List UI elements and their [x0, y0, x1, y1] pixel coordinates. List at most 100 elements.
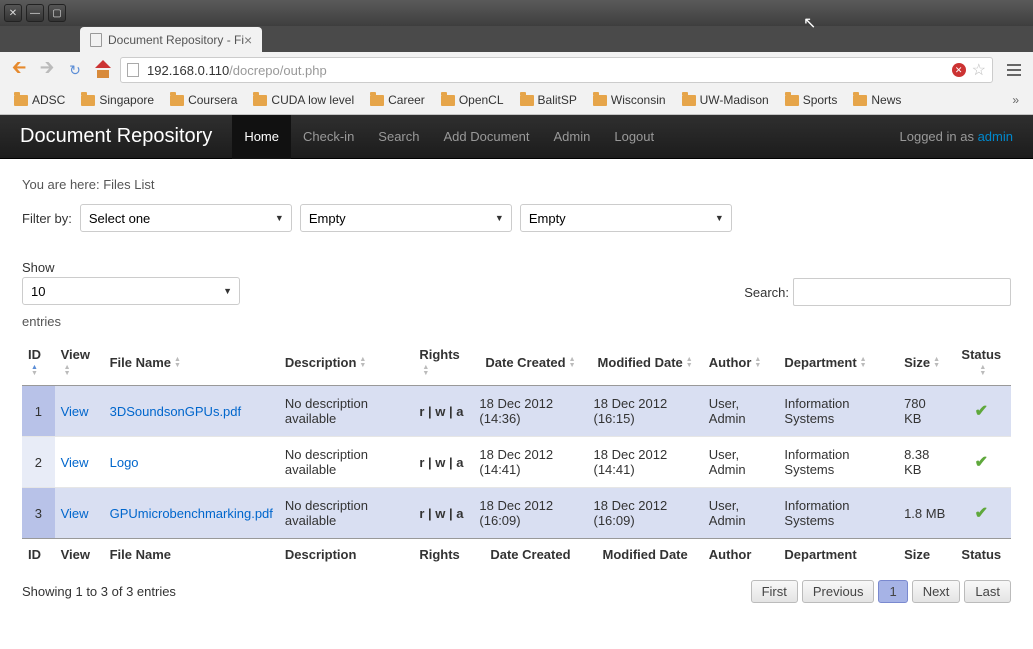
entries-label: entries	[22, 314, 1011, 329]
column-label: Date Created	[485, 355, 565, 370]
bookmark-item[interactable]: Career	[364, 91, 431, 109]
breadcrumb-location: Files List	[103, 177, 154, 192]
tab-close-button[interactable]: ×	[244, 32, 252, 48]
browser-menu-button[interactable]	[1003, 59, 1025, 81]
bookmark-item[interactable]: UW-Madison	[676, 91, 775, 109]
folder-icon	[853, 95, 867, 106]
filename-link[interactable]: GPUmicrobenchmarking.pdf	[110, 506, 273, 521]
pagination: First Previous 1 Next Last	[751, 580, 1011, 603]
column-footer: Rights	[413, 539, 473, 571]
app-navbar: Document Repository HomeCheck-inSearchAd…	[0, 115, 1033, 159]
page-number-button[interactable]: 1	[878, 580, 907, 603]
cell-modified: 18 Dec 2012 (16:09)	[588, 488, 703, 539]
column-header[interactable]: Department▲▼	[778, 339, 898, 386]
bookmark-item[interactable]: ADSC	[8, 91, 71, 109]
column-label: Author	[709, 355, 752, 370]
column-footer: Description	[279, 539, 413, 571]
browser-chrome: 🡰 🡲 ↻ 192.168.0.110/docrepo/out.php ✕ ☆ …	[0, 52, 1033, 115]
bookmark-label: News	[871, 93, 901, 107]
column-label: Rights	[419, 347, 459, 362]
page-last-button[interactable]: Last	[964, 580, 1011, 603]
bookmark-item[interactable]: News	[847, 91, 907, 109]
page-icon	[90, 33, 102, 47]
page-icon	[127, 63, 139, 77]
nav-link-admin[interactable]: Admin	[542, 115, 603, 159]
table-info: Showing 1 to 3 of 3 entries	[22, 584, 176, 599]
cell-modified: 18 Dec 2012 (16:15)	[588, 386, 703, 437]
view-link[interactable]: View	[61, 506, 89, 521]
column-header[interactable]: Modified Date▲▼	[588, 339, 703, 386]
nav-link-search[interactable]: Search	[366, 115, 431, 159]
column-header[interactable]: ID▲▼	[22, 339, 55, 386]
column-header[interactable]: Rights▲▼	[413, 339, 473, 386]
column-header[interactable]: File Name▲▼	[104, 339, 279, 386]
cell-status: ✔	[952, 488, 1011, 539]
view-link[interactable]: View	[61, 404, 89, 419]
column-header[interactable]: Size▲▼	[898, 339, 952, 386]
window-maximize-button[interactable]: ▢	[48, 4, 66, 22]
cell-department: Information Systems	[778, 437, 898, 488]
nav-link-logout[interactable]: Logout	[602, 115, 666, 159]
search-label: Search:	[744, 285, 789, 300]
reload-button[interactable]: ↻	[64, 59, 86, 81]
nav-back-button[interactable]: 🡰	[8, 59, 30, 81]
column-header[interactable]: Date Created▲▼	[473, 339, 587, 386]
nav-link-add-document[interactable]: Add Document	[432, 115, 542, 159]
column-label: Description	[285, 355, 357, 370]
page-viewport: Document Repository HomeCheck-inSearchAd…	[0, 115, 1033, 649]
page-first-button[interactable]: First	[751, 580, 798, 603]
column-header[interactable]: Author▲▼	[703, 339, 779, 386]
page-next-button[interactable]: Next	[912, 580, 961, 603]
search-input[interactable]	[793, 278, 1011, 306]
folder-icon	[785, 95, 799, 106]
nav-link-check-in[interactable]: Check-in	[291, 115, 366, 159]
arrow-right-icon: 🡲	[40, 55, 55, 85]
cell-created: 18 Dec 2012 (14:36)	[473, 386, 587, 437]
cell-author: User, Admin	[703, 488, 779, 539]
address-bar[interactable]: 192.168.0.110/docrepo/out.php ✕ ☆	[120, 57, 993, 83]
bookmark-item[interactable]: Coursera	[164, 91, 243, 109]
nav-link-home[interactable]: Home	[232, 115, 291, 159]
bookmark-label: OpenCL	[459, 93, 504, 107]
column-footer: Author	[703, 539, 779, 571]
home-button[interactable]	[92, 59, 114, 81]
page-prev-button[interactable]: Previous	[802, 580, 875, 603]
cell-department: Information Systems	[778, 488, 898, 539]
bookmark-item[interactable]: CUDA low level	[247, 91, 360, 109]
column-header[interactable]: Description▲▼	[279, 339, 413, 386]
show-entries-select[interactable]: 10	[22, 277, 240, 305]
cell-description: No description available	[279, 437, 413, 488]
filter-select-3[interactable]: Empty	[520, 204, 732, 232]
bookmark-item[interactable]: BalitSP	[514, 91, 583, 109]
bookmark-item[interactable]: Singapore	[75, 91, 160, 109]
bookmark-item[interactable]: OpenCL	[435, 91, 510, 109]
column-label: Size	[904, 355, 930, 370]
cell-created: 18 Dec 2012 (16:09)	[473, 488, 587, 539]
cell-modified: 18 Dec 2012 (14:41)	[588, 437, 703, 488]
folder-icon	[593, 95, 607, 106]
column-header[interactable]: Status▲▼	[952, 339, 1011, 386]
column-footer: ID	[22, 539, 55, 571]
bookmark-item[interactable]: Sports	[779, 91, 844, 109]
column-header[interactable]: View▲▼	[55, 339, 104, 386]
username-link[interactable]: admin	[978, 129, 1013, 144]
bookmark-star-icon[interactable]: ☆	[972, 60, 986, 80]
folder-icon	[253, 95, 267, 106]
window-close-button[interactable]: ✕	[4, 4, 22, 22]
bookmarks-overflow-icon[interactable]: »	[1006, 93, 1025, 107]
browser-tab[interactable]: Document Repository - Fi ×	[80, 27, 262, 52]
stop-icon[interactable]: ✕	[952, 63, 966, 77]
bookmark-item[interactable]: Wisconsin	[587, 91, 672, 109]
filename-link[interactable]: Logo	[110, 455, 139, 470]
filename-link[interactable]: 3DSoundsonGPUs.pdf	[110, 404, 242, 419]
cell-size: 8.38 KB	[898, 437, 952, 488]
window-minimize-button[interactable]: —	[26, 4, 44, 22]
reload-icon: ↻	[69, 62, 81, 79]
tab-title: Document Repository - Fi	[108, 33, 244, 47]
view-link[interactable]: View	[61, 455, 89, 470]
nav-forward-button[interactable]: 🡲	[36, 59, 58, 81]
filter-select-1[interactable]: Select one	[80, 204, 292, 232]
column-label: ID	[28, 347, 41, 362]
table-row: 1View3DSoundsonGPUs.pdfNo description av…	[22, 386, 1011, 437]
filter-select-2[interactable]: Empty	[300, 204, 512, 232]
